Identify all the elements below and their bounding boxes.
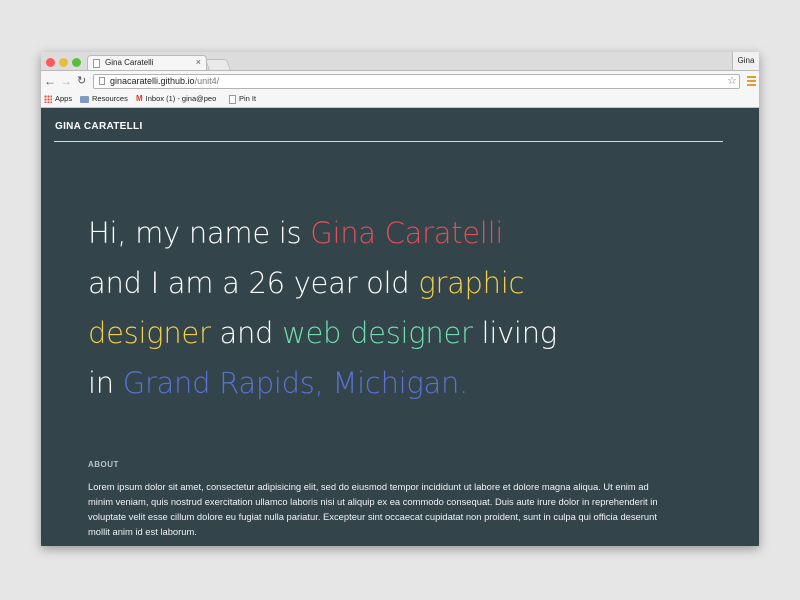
back-arrow-icon[interactable]: ← xyxy=(44,74,56,88)
hero-web-designer: web designer xyxy=(282,316,473,350)
browser-window: Gina Caratelli × Gina ← → ↻ ginacaratell… xyxy=(41,52,759,546)
hero-location: Grand Rapids, Michigan. xyxy=(122,366,469,400)
hero-line-1: Hi, my name is Gina Caratelli xyxy=(88,208,648,258)
hero-text: living xyxy=(472,316,558,350)
minimize-window-button[interactable] xyxy=(59,58,68,67)
hero-designer: designer xyxy=(88,316,211,350)
page-icon xyxy=(99,77,105,85)
gmail-icon: M xyxy=(136,94,143,104)
reload-icon[interactable]: ↻ xyxy=(77,74,86,88)
hero-line-2: and I am a 26 year old graphic xyxy=(88,258,648,308)
site-title[interactable]: GINA CARATELLI xyxy=(55,121,143,132)
bookmark-star-icon[interactable]: ☆ xyxy=(727,74,737,87)
close-window-button[interactable] xyxy=(46,58,55,67)
bookmark-resources[interactable]: Resources xyxy=(80,93,128,105)
hero-intro: Hi, my name is Gina Caratelli and I am a… xyxy=(88,208,648,408)
hero-line-4: in Grand Rapids, Michigan. xyxy=(88,358,648,408)
tab-title: Gina Caratelli xyxy=(105,58,154,67)
web-page: GINA CARATELLI Hi, my name is Gina Carat… xyxy=(41,108,759,546)
bookmark-label: Resources xyxy=(92,94,128,103)
maximize-window-button[interactable] xyxy=(72,58,81,67)
bookmark-apps[interactable]: Apps xyxy=(44,93,72,105)
bookmarks-bar: Apps Resources M Inbox (1) - gina@peo Pin… xyxy=(41,92,759,108)
forward-arrow-icon[interactable]: → xyxy=(60,74,72,88)
apps-icon xyxy=(44,95,52,104)
page-icon xyxy=(229,94,236,104)
about-heading: ABOUT xyxy=(88,460,119,469)
bookmark-pin-it[interactable]: Pin It xyxy=(229,93,256,105)
folder-icon xyxy=(80,95,89,103)
about-text: Lorem ipsum dolor sit amet, consectetur … xyxy=(88,481,658,537)
browser-toolbar: ← → ↻ ginacaratelli.github.io/unit4/ ☆ xyxy=(41,70,759,93)
hero-line-3: designer and web designer living xyxy=(88,308,648,358)
close-tab-icon[interactable]: × xyxy=(196,57,201,67)
profile-button[interactable]: Gina xyxy=(732,52,759,71)
bookmark-label: Pin It xyxy=(239,94,257,103)
url-path: /unit4/ xyxy=(194,76,220,86)
hero-graphic: graphic xyxy=(418,266,525,300)
hero-text: in xyxy=(88,366,123,400)
bookmark-inbox[interactable]: M Inbox (1) - gina@peo xyxy=(136,93,216,105)
bookmark-label: Apps xyxy=(55,94,73,103)
hero-text: and xyxy=(210,316,283,350)
tab-strip: Gina Caratelli × Gina xyxy=(41,52,759,72)
header-divider xyxy=(54,141,723,142)
hero-text: Hi, my name is xyxy=(88,216,311,250)
hero-text: and I am a 26 year old xyxy=(88,266,419,300)
url-text[interactable]: ginacaratelli.github.io/unit4/ xyxy=(110,76,219,86)
bookmark-label: Inbox (1) - gina@peo xyxy=(145,94,217,103)
url-host: ginacaratelli.github.io xyxy=(110,76,195,86)
address-bar[interactable]: ginacaratelli.github.io/unit4/ ☆ xyxy=(93,74,740,89)
menu-icon[interactable] xyxy=(747,76,756,88)
hero-name: Gina Caratelli xyxy=(310,216,504,250)
page-icon xyxy=(93,59,100,68)
